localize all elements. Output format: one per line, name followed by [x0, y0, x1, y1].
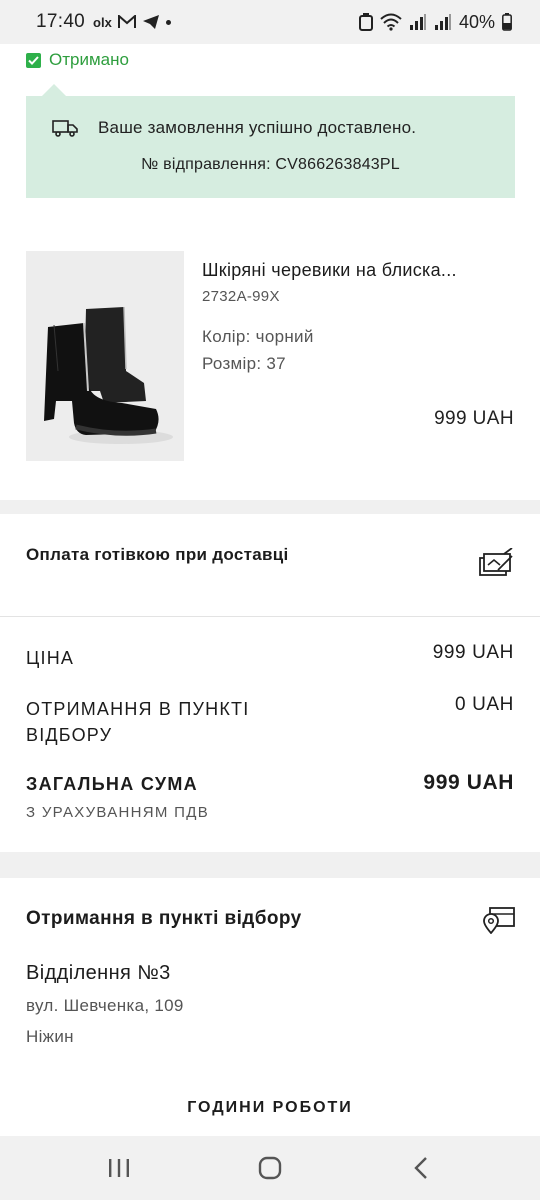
product-price: 999 UAH [434, 408, 514, 429]
product-size: Розмір: 37 [202, 354, 286, 373]
total-value: 999 UAH [423, 771, 514, 794]
product-image[interactable] [26, 251, 184, 461]
signal-icon-2 [434, 14, 451, 30]
product-sku: 2732A-99X [202, 288, 280, 305]
delivery-banner: Ваше замовлення успішно доставлено. № ві… [26, 84, 515, 198]
working-hours-button[interactable]: ГОДИНИ РОБОТИ [0, 1099, 540, 1117]
home-icon [258, 1156, 282, 1180]
total-label: ЗАГАЛЬНА СУМА [26, 774, 198, 794]
order-status-label: Отримано [49, 50, 129, 69]
section-divider-2 [0, 852, 540, 878]
back-icon [414, 1157, 427, 1179]
home-button[interactable] [240, 1150, 300, 1186]
pickup-branch: Відділення №3 [26, 962, 171, 984]
payment-method: Оплата готівкою при доставці [26, 545, 289, 564]
notification-icons: olx [93, 14, 160, 30]
battery-percent: 40% [458, 11, 495, 32]
delivery-message-row: Ваше замовлення успішно доставлено. [52, 118, 416, 138]
pickup-title: Отримання в пункті відбору [26, 908, 302, 929]
system-nav-bar [0, 1136, 540, 1200]
back-button[interactable] [391, 1150, 451, 1186]
tracking-number: № відправлення: CV866263843PL [141, 156, 400, 173]
order-status: Отримано [26, 50, 129, 70]
telegram-icon [142, 15, 159, 29]
pickup-street: вул. Шевченка, 109 [26, 996, 184, 1015]
gmail-icon [117, 15, 136, 28]
pickup-point-icon [483, 907, 515, 934]
check-icon [26, 52, 41, 68]
pickup-fee-label-line1: ОТРИМАННЯ В ПУНКТІ [26, 699, 250, 719]
pickup-fee-label-line2: ВІДБОРУ [26, 725, 113, 745]
notification-dot [165, 19, 171, 25]
product-color: Колір: чорний [202, 327, 314, 346]
price-value: 999 UAH [432, 642, 514, 663]
truck-icon [52, 120, 78, 137]
status-bar: 17:40 olx 40% [0, 0, 540, 44]
product-name[interactable]: Шкіряні черевики на блиска... [202, 260, 457, 281]
pickup-fee-value: 0 UAH [455, 694, 514, 715]
status-right: 40% [358, 11, 512, 33]
boot-image [26, 251, 184, 461]
price-label: ЦІНА [26, 648, 75, 668]
battery-saver-icon [358, 13, 373, 31]
signal-icon [409, 14, 426, 30]
battery-icon [502, 13, 512, 31]
delivery-message: Ваше замовлення успішно доставлено. [98, 118, 417, 137]
cash-payment-icon [479, 548, 513, 576]
vat-note: З УРАХУВАННЯМ ПДВ [26, 804, 210, 821]
recent-apps-button[interactable] [89, 1150, 149, 1186]
wifi-icon [380, 13, 402, 31]
divider-line [0, 616, 540, 617]
status-time: 17:40 [36, 11, 86, 32]
olx-icon: olx [93, 14, 112, 30]
recent-apps-icon [109, 1159, 129, 1177]
pickup-city: Ніжин [26, 1027, 74, 1046]
section-divider [0, 500, 540, 514]
